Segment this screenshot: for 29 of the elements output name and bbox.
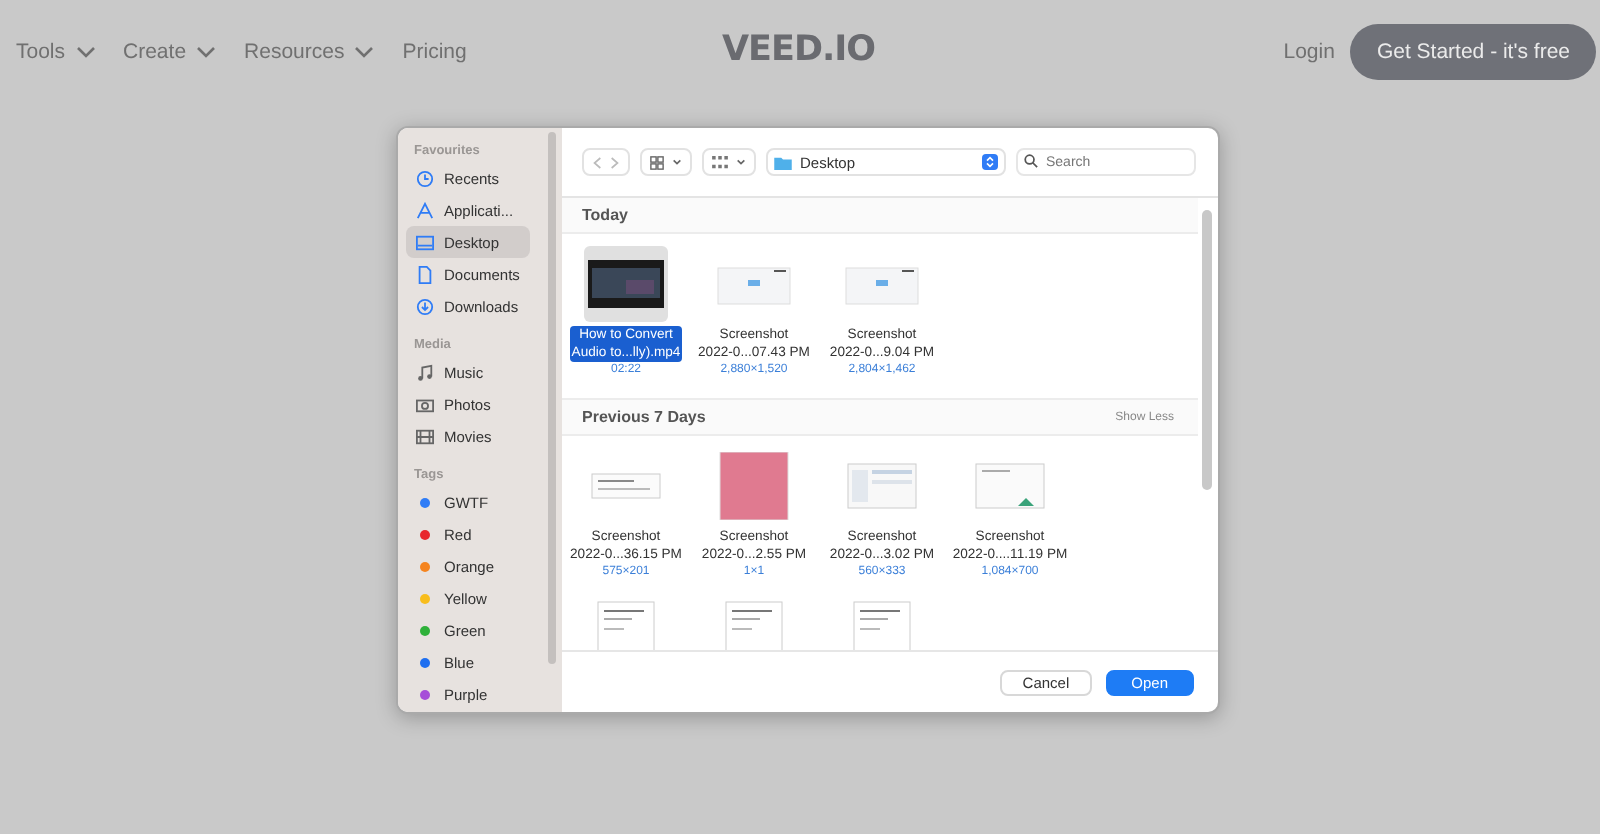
camera-icon xyxy=(416,395,434,413)
caret-icon xyxy=(736,158,746,166)
music-icon xyxy=(416,363,434,381)
doc-icon xyxy=(416,265,434,283)
chevron-icon xyxy=(354,46,375,58)
grid-icon xyxy=(650,155,664,169)
apps-icon xyxy=(416,201,434,219)
section-heading: Today xyxy=(582,206,628,224)
film-icon xyxy=(416,427,434,445)
grid-icon xyxy=(712,155,728,169)
download-icon xyxy=(416,297,434,315)
clock-icon xyxy=(416,169,434,187)
back-icon xyxy=(592,155,602,169)
group-view-button[interactable] xyxy=(702,148,756,176)
desktop-icon xyxy=(416,233,434,251)
stepper-icon xyxy=(982,154,998,170)
scrollbar[interactable] xyxy=(548,132,556,664)
icon-view-button[interactable] xyxy=(640,148,692,176)
file-item[interactable] xyxy=(584,246,668,322)
file-thumbnail xyxy=(714,452,794,520)
folder-icon xyxy=(774,155,792,169)
chevron-icon xyxy=(75,46,96,58)
get-started-button[interactable]: Get Started - it's free xyxy=(1350,24,1596,80)
navigation-buttons[interactable] xyxy=(582,148,630,176)
forward-icon xyxy=(610,155,620,169)
caret-icon xyxy=(672,158,682,166)
section-heading: Previous 7 Days xyxy=(582,408,706,426)
scrollbar[interactable] xyxy=(1202,210,1212,490)
chevron-icon xyxy=(196,46,217,58)
